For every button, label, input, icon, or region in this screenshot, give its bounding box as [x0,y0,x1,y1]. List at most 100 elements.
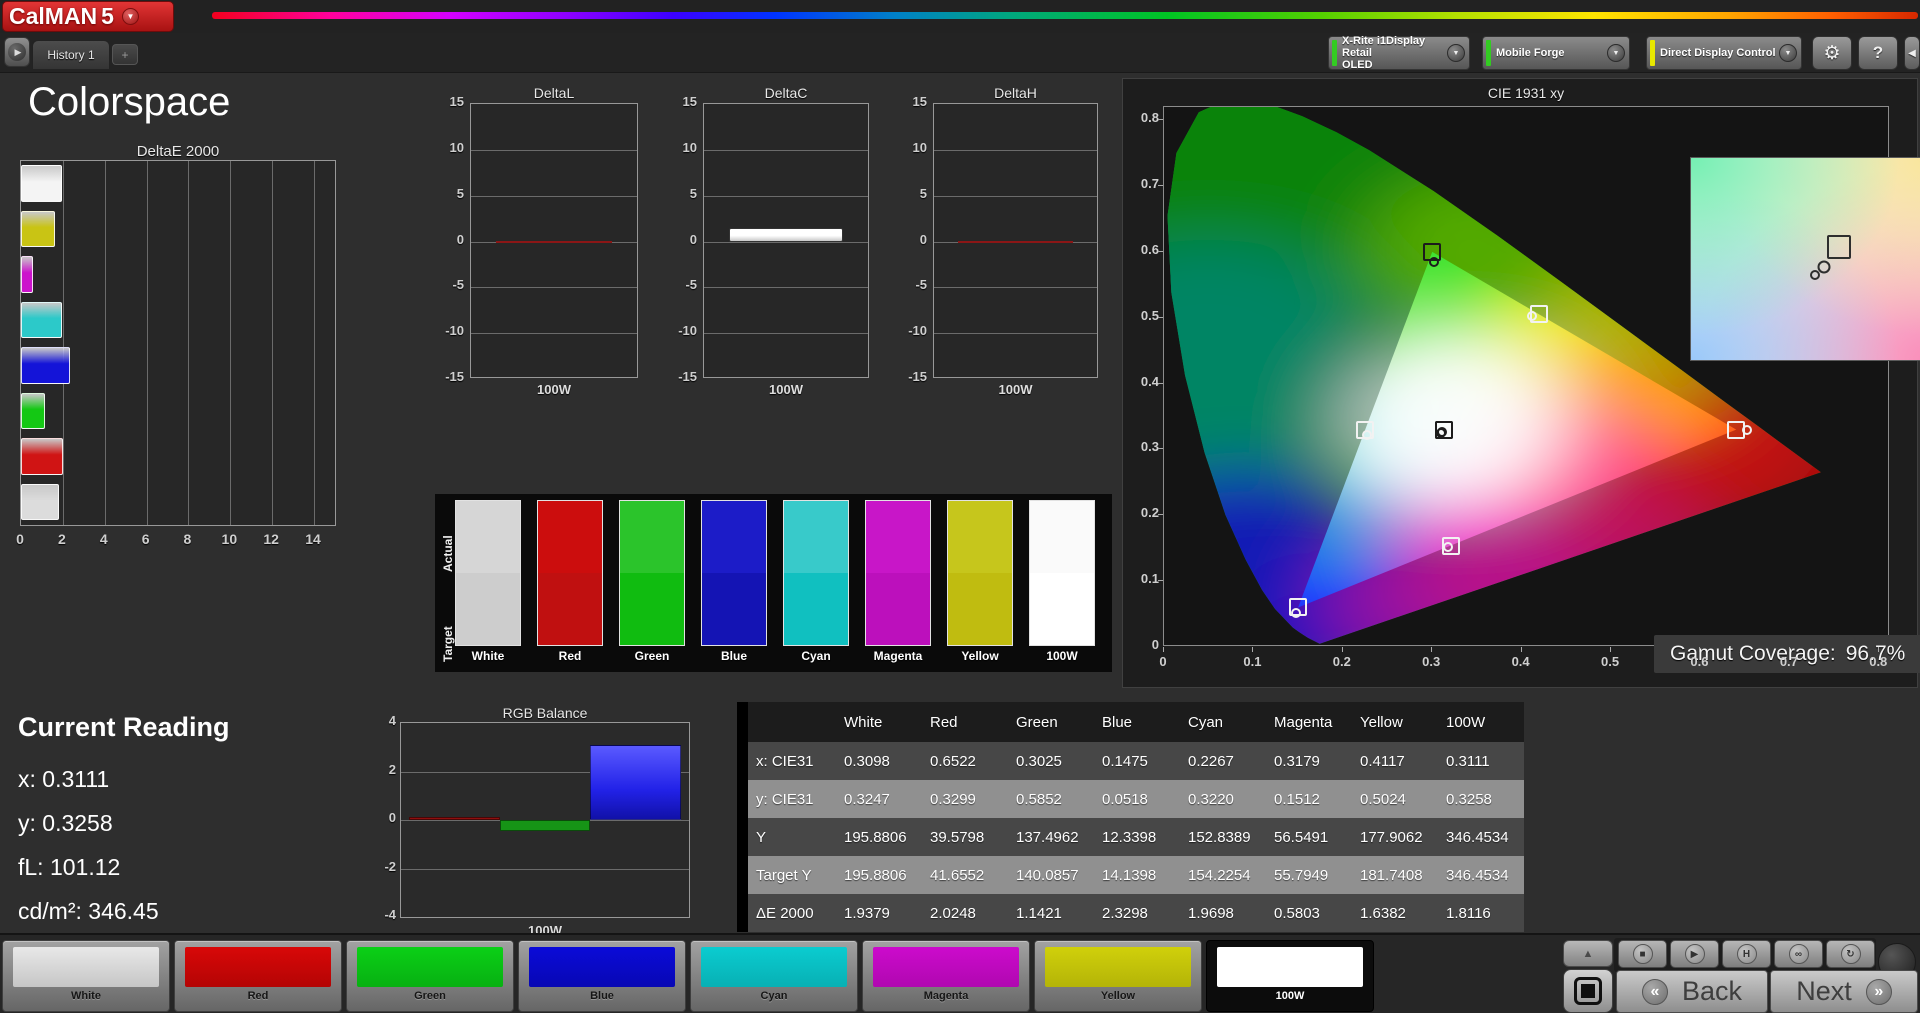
patch-button-green[interactable]: Green [346,940,514,1012]
refresh-button[interactable]: ↻ [1826,940,1875,968]
patch-swatch [1217,947,1363,987]
table-header-blue: Blue [1094,702,1180,742]
add-tab-button[interactable]: + [112,44,138,65]
swatch-chip [455,500,521,646]
deltae-bar-yellow [21,210,56,247]
tick-mark [1699,647,1701,652]
x-tick-label: 10 [221,531,238,547]
patch-button-magenta[interactable]: Magenta [862,940,1030,1012]
x-tick-label: 6 [141,531,150,547]
measurement-table: White Red Green Blue Cyan Magenta Yellow 100W x:… [737,702,1524,932]
table-cell: 137.4962 [1008,818,1094,856]
rgb-y-tick: 0 [388,810,396,825]
deltae-bar-red [21,438,64,475]
patch-button-blue[interactable]: Blue [518,940,686,1012]
swatch-chip [865,500,931,646]
y-tick-label: -15 [445,369,464,384]
deltae-bar-magenta [21,256,34,293]
logo-dropdown-icon[interactable]: ▼ [121,8,139,25]
deltaH-plot [933,103,1098,378]
patch-button-white[interactable]: White [2,940,170,1012]
gridline [471,333,637,335]
swatch-label: 100W [1046,649,1078,663]
table-cell: 0.3025 [1008,742,1094,780]
table-cell: 346.4534 [1438,856,1524,894]
chevron-up-icon: ▲ [1582,947,1594,960]
deltae-bar-cyan [21,301,63,338]
display-control-dropdown[interactable]: Direct Display Control ▼ [1646,36,1802,70]
logo-text: CalMAN [9,3,98,29]
swatch-label: Yellow [961,649,999,663]
stop-button[interactable]: ■ [1618,940,1667,968]
chevron-down-icon[interactable]: ▼ [1607,44,1625,62]
y-tick-label: 10 [912,139,927,155]
gridline [471,287,637,289]
play-button[interactable]: ▶ [1670,940,1719,968]
app-logo-menu[interactable]: CalMAN 5 ▼ [2,1,174,32]
tick-mark [1878,647,1880,652]
meter-dropdown[interactable]: X-Rite i1Display Retail OLED ▼ [1328,35,1470,71]
chevron-down-icon[interactable]: ▼ [1447,44,1465,62]
x-tick-label: 2 [57,531,66,547]
y-tick-label: 0 [689,231,697,247]
collapse-button[interactable]: ◀ [1904,36,1920,70]
back-button[interactable]: « Back [1616,970,1768,1013]
table-cell: 0.3299 [922,780,1008,818]
cie-y-tick: 0.5 [1140,307,1159,323]
gridline [314,161,316,525]
tick-mark [1158,119,1163,121]
actual-swatch [538,501,602,573]
pause-icon: H [1736,944,1757,964]
table-cell: 1.1421 [1008,894,1094,932]
table-grid: White Red Green Blue Cyan Magenta Yellow 100W x:… [748,702,1524,932]
collapse-up-button[interactable]: ▲ [1563,940,1613,967]
gridline [704,241,868,243]
history-nav-button[interactable]: ▶ [4,37,30,67]
source-dropdown-label: Mobile Forge [1496,47,1565,59]
next-button[interactable]: Next » [1770,970,1918,1013]
help-button[interactable]: ? [1858,36,1898,70]
chevron-down-icon[interactable]: ▼ [1779,44,1797,62]
tick-mark [1158,448,1163,450]
patch-swatch [701,947,847,987]
swatch-column-magenta: Magenta [865,500,931,663]
actual-swatch [948,501,1012,573]
patch-button-yellow[interactable]: Yellow [1034,940,1202,1012]
cie-measured-100w [1437,427,1448,438]
cie-chart-title: CIE 1931 xy [1487,85,1565,101]
source-dropdown[interactable]: Mobile Forge ▼ [1482,36,1630,70]
tab-history-1[interactable]: History 1 [32,40,110,69]
settings-button[interactable]: ⚙ [1812,36,1852,70]
patch-button-cyan[interactable]: Cyan [690,940,858,1012]
gridline [401,868,689,870]
gridline [146,161,148,525]
pattern-window-button[interactable] [1563,969,1613,1013]
patch-button-red[interactable]: Red [174,940,342,1012]
pause-button[interactable]: H [1722,940,1771,968]
target-swatch [538,573,602,645]
table-header-yellow: Yellow [1352,702,1438,742]
deltaH-bar [958,240,1073,243]
patch-swatch [357,947,503,987]
x-tick-label: 0 [16,531,24,547]
gridline [272,161,274,525]
cie-measured-cyan [1361,429,1372,440]
swatch-label: White [471,649,505,663]
table-cell: 14.1398 [1094,856,1180,894]
tab-bar [0,33,1920,73]
loop-button[interactable]: ∞ [1774,940,1823,968]
swatch-column-cyan: Cyan [783,500,849,663]
play-icon: ▶ [8,43,26,61]
y-tick-label: -5 [452,277,464,293]
gridline [934,333,1097,335]
patch-label: 100W [1275,990,1305,1002]
cie-measured-yellow [1527,311,1538,322]
tick-mark [1158,185,1163,187]
loop-icon: ∞ [1788,944,1809,964]
deltae-bar-green [21,392,45,429]
meter-dropdown-label: X-Rite i1Display Retail OLED [1342,35,1426,71]
deltaC-title: DeltaC [764,85,808,101]
patch-button-100w[interactable]: 100W [1206,940,1374,1012]
table-cell: 195.8806 [836,856,922,894]
swatch-label: Magenta [873,649,923,663]
